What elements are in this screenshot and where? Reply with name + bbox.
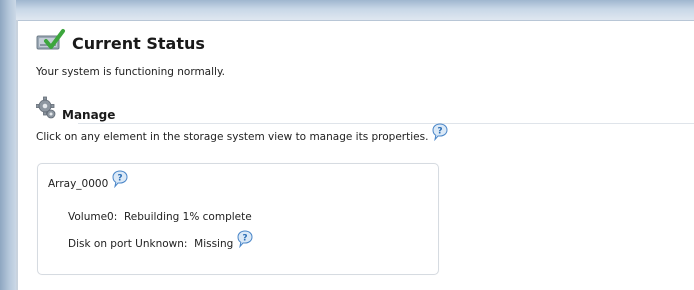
- window-left-border: [0, 0, 16, 290]
- current-status-title: Current Status: [72, 33, 205, 53]
- svg-text:?: ?: [243, 234, 248, 244]
- disk-label: Disk on port Unknown:: [68, 238, 188, 250]
- array-element[interactable]: Array_0000 ?: [48, 170, 128, 190]
- volume-label: Volume0:: [68, 211, 118, 223]
- current-status-header: Current Status: [36, 28, 205, 58]
- disk-element[interactable]: Disk on port Unknown: Missing ?: [68, 230, 253, 250]
- manage-title: Manage: [62, 108, 116, 122]
- main-content: Current Status Your system is functionin…: [18, 21, 694, 290]
- help-icon[interactable]: ?: [432, 123, 448, 142]
- status-ok-icon: [36, 28, 66, 58]
- storage-system-view: Array_0000 ? Volume0: Rebuilding 1% comp…: [37, 163, 439, 275]
- manage-divider: [78, 123, 694, 124]
- svg-text:?: ?: [118, 174, 123, 184]
- svg-text:?: ?: [438, 127, 443, 137]
- gear-icon: [35, 95, 58, 125]
- disk-status: Missing: [194, 238, 234, 250]
- volume-element[interactable]: Volume0: Rebuilding 1% complete: [68, 211, 252, 223]
- manage-header: Manage: [35, 95, 116, 125]
- array-help-icon[interactable]: ?: [112, 170, 128, 189]
- window-title-bar: [0, 0, 694, 21]
- manage-instruction: Click on any element in the storage syst…: [36, 123, 448, 143]
- disk-help-icon[interactable]: ?: [237, 230, 253, 249]
- volume-status: Rebuilding 1% complete: [123, 211, 252, 223]
- status-message: Your system is functioning normally.: [36, 66, 226, 78]
- manage-instruction-text: Click on any element in the storage syst…: [36, 131, 429, 143]
- array-name[interactable]: Array_0000: [48, 178, 108, 190]
